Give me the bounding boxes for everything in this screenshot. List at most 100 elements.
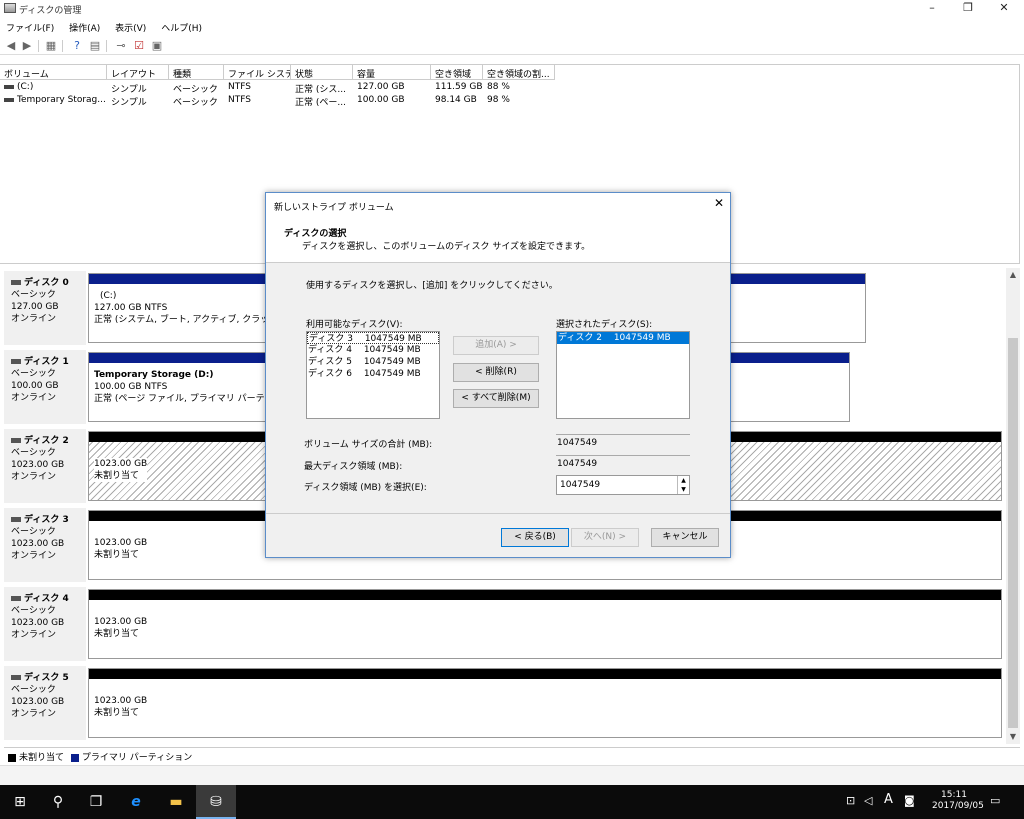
col-free-percent[interactable]: 空き領域の割... — [483, 65, 555, 80]
file-explorer-icon[interactable]: ▬ — [156, 785, 196, 819]
disk-2-label[interactable]: ディスク 2 ベーシック 1023.00 GB オンライン — [4, 429, 86, 503]
total-size-value: 1047549 — [556, 434, 690, 451]
space-stepper[interactable]: 1047549 ▲ ▼ — [556, 475, 690, 495]
menu-view[interactable]: 表示(V) — [109, 18, 152, 34]
disk-management-icon — [4, 3, 16, 13]
restore-button[interactable]: ❐ — [950, 0, 986, 18]
list-view-icon[interactable]: ▣ — [150, 39, 164, 52]
window-title: ディスクの管理 — [19, 6, 82, 16]
clock[interactable]: 15:11 2017/09/05 — [932, 790, 984, 812]
add-button[interactable]: 追加(A) > — [453, 336, 539, 355]
cell-capacity: 100.00 GB — [357, 95, 405, 105]
disk-5-label[interactable]: ディスク 5 ベーシック 1023.00 GB オンライン — [4, 666, 86, 740]
network-icon[interactable]: ⊡ — [846, 794, 855, 807]
task-view-icon[interactable]: ❐ — [76, 785, 116, 819]
list-item[interactable]: ディスク 6 1047549 MB — [307, 368, 439, 380]
search-icon[interactable]: ⚲ — [38, 785, 78, 819]
disk-4-label[interactable]: ディスク 4 ベーシック 1023.00 GB オンライン — [4, 587, 86, 661]
list-item[interactable]: ディスク 4 1047549 MB — [307, 344, 439, 356]
available-disks-list[interactable]: ディスク 3 1047549 MB ディスク 4 1047549 MB ディスク… — [306, 331, 440, 419]
menu-action[interactable]: 操作(A) — [63, 18, 106, 34]
scroll-up-icon[interactable]: ▲ — [1006, 268, 1020, 282]
help-icon[interactable]: ? — [70, 39, 84, 52]
space-stepper-value: 1047549 — [560, 480, 601, 490]
cell-filesystem: NTFS — [228, 82, 251, 92]
unallocated-space[interactable]: 1023.00 GB 未割り当て — [88, 668, 1002, 738]
partition-status: 未割り当て — [94, 550, 140, 560]
spin-up-icon[interactable]: ▲ — [678, 476, 689, 485]
menu-help[interactable]: ヘルプ(H) — [155, 18, 208, 34]
disk-0-label[interactable]: ディスク 0 ベーシック 127.00 GB オンライン — [4, 271, 86, 345]
col-type[interactable]: 種類 — [169, 65, 224, 80]
forward-arrow-icon[interactable]: ▶ — [20, 39, 34, 52]
col-filesystem[interactable]: ファイル システム — [224, 65, 291, 80]
disk-icon — [11, 438, 21, 443]
title-bar: ディスクの管理 – ❐ ✕ — [0, 0, 1024, 18]
clock-date: 2017/09/05 — [932, 801, 984, 811]
unallocated-space[interactable]: 1023.00 GB 未割り当て — [88, 589, 1002, 659]
scroll-thumb[interactable] — [1008, 338, 1018, 728]
list-item[interactable]: ディスク 5 1047549 MB — [307, 356, 439, 368]
col-free[interactable]: 空き領域 — [431, 65, 483, 80]
minimize-button[interactable]: – — [914, 0, 950, 18]
col-volume[interactable]: ボリューム — [0, 65, 107, 80]
remove-all-button[interactable]: < すべて削除(M) — [453, 389, 539, 408]
disk-management-taskbar-icon[interactable]: ⛁ — [196, 785, 236, 819]
partition-size: 1023.00 GB — [94, 459, 148, 469]
disk-size: 127.00 GB — [11, 302, 59, 312]
check-icon[interactable]: ☑ — [132, 39, 146, 52]
cancel-button[interactable]: キャンセル — [651, 528, 719, 547]
connect-icon[interactable]: ⊸ — [114, 39, 128, 52]
legend: 未割り当て プライマリ パーティション — [4, 747, 1020, 763]
volume-icon[interactable]: ◁ — [864, 794, 872, 807]
scroll-down-icon[interactable]: ▼ — [1006, 730, 1020, 744]
partition-size: 1023.00 GB — [94, 538, 148, 548]
console-tree-icon[interactable]: ▦ — [44, 39, 58, 52]
cell-type: ベーシック — [173, 98, 218, 107]
total-size-label: ボリューム サイズの合計 (MB): — [304, 440, 433, 450]
col-status[interactable]: 状態 — [291, 65, 353, 80]
cell-free: 111.59 GB — [435, 82, 483, 92]
disk-name: ディスク 1 — [24, 357, 69, 367]
edge-browser-icon[interactable]: e — [116, 785, 156, 819]
windows-start-icon[interactable]: ⊞ — [0, 785, 40, 819]
remove-button[interactable]: < 削除(R) — [453, 363, 539, 382]
volume-icon — [4, 97, 14, 102]
disk-type: ベーシック — [11, 290, 56, 300]
cell-layout: シンプル — [111, 98, 147, 107]
disk-1-label[interactable]: ディスク 1 ベーシック 100.00 GB オンライン — [4, 350, 86, 424]
disk-name: ディスク 5 — [24, 673, 69, 683]
disk-icon — [11, 596, 21, 601]
taskbar: ⊞ ⚲ ❐ e ▬ ⛁ ⊡ ◁ A ◙ 15:11 2017/09/05 ▭ — [0, 785, 1024, 819]
list-item[interactable]: ディスク 2 1047549 MB — [557, 332, 689, 344]
legend-unallocated: 未割り当て — [19, 753, 65, 763]
dialog-heading: ディスクの選択 — [284, 229, 347, 239]
ime-indicator[interactable]: A — [884, 792, 893, 807]
disk-status: オンライン — [11, 393, 57, 403]
back-arrow-icon[interactable]: ◀ — [4, 39, 18, 52]
back-button[interactable]: < 戻る(B) — [501, 528, 569, 547]
disk-size: 100.00 GB — [11, 381, 59, 391]
disk-size: 1023.00 GB — [11, 460, 65, 470]
cell-volume: (C:) — [17, 82, 34, 92]
disk-icon — [11, 359, 21, 364]
disk-status: オンライン — [11, 314, 57, 324]
cell-free-percent: 88 % — [487, 82, 510, 92]
cell-free: 98.14 GB — [435, 95, 477, 105]
notification-app-icon[interactable]: ◙ — [904, 794, 915, 807]
col-capacity[interactable]: 容量 — [353, 65, 431, 80]
spin-down-icon[interactable]: ▼ — [678, 485, 689, 494]
action-center-icon[interactable]: ▭ — [990, 794, 1000, 807]
disk-map-scrollbar[interactable]: ▲ ▼ — [1006, 268, 1020, 744]
unallocated-swatch — [8, 753, 16, 762]
list-item[interactable]: ディスク 3 1047549 MB — [307, 332, 439, 344]
properties-icon[interactable]: ▤ — [88, 39, 102, 52]
partition-status: 未割り当て — [94, 471, 140, 481]
disk-3-label[interactable]: ディスク 3 ベーシック 1023.00 GB オンライン — [4, 508, 86, 582]
menu-file[interactable]: ファイル(F) — [0, 18, 60, 34]
col-layout[interactable]: レイアウト — [107, 65, 169, 80]
selected-disks-list[interactable]: ディスク 2 1047549 MB — [556, 331, 690, 419]
dialog-close-icon[interactable]: ✕ — [714, 196, 724, 210]
next-button[interactable]: 次へ(N) > — [571, 528, 639, 547]
close-button[interactable]: ✕ — [986, 0, 1022, 18]
